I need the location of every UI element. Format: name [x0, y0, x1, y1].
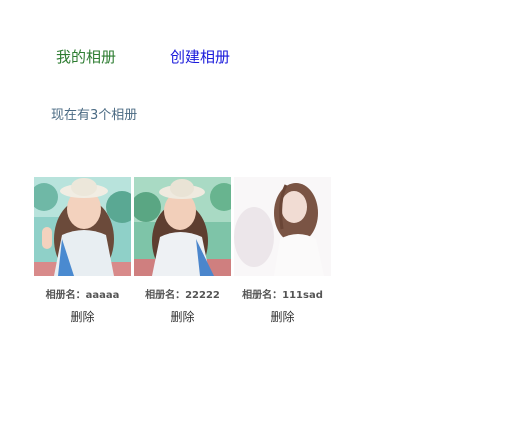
- album-card: 相册名：111sad 删除: [234, 177, 331, 324]
- album-name: 相册名：22222: [145, 290, 220, 301]
- album-name: 相册名：aaaaa: [45, 290, 120, 301]
- delete-album-button[interactable]: 删除: [234, 308, 331, 325]
- album-card: 相册名：22222 删除: [134, 177, 231, 324]
- delete-album-button[interactable]: 删除: [34, 308, 131, 325]
- album-cover-image[interactable]: [134, 177, 231, 276]
- my-albums-link[interactable]: 我的相册: [56, 46, 116, 67]
- delete-album-button[interactable]: 删除: [134, 308, 231, 325]
- album-count-text: 现在有3个相册: [51, 108, 138, 123]
- album-cover-image[interactable]: [34, 177, 131, 276]
- album-cover-image[interactable]: [234, 177, 331, 276]
- album-card: 相册名：aaaaa 删除: [34, 177, 131, 324]
- album-name: 相册名：111sad: [242, 290, 323, 301]
- create-album-link[interactable]: 创建相册: [170, 46, 230, 67]
